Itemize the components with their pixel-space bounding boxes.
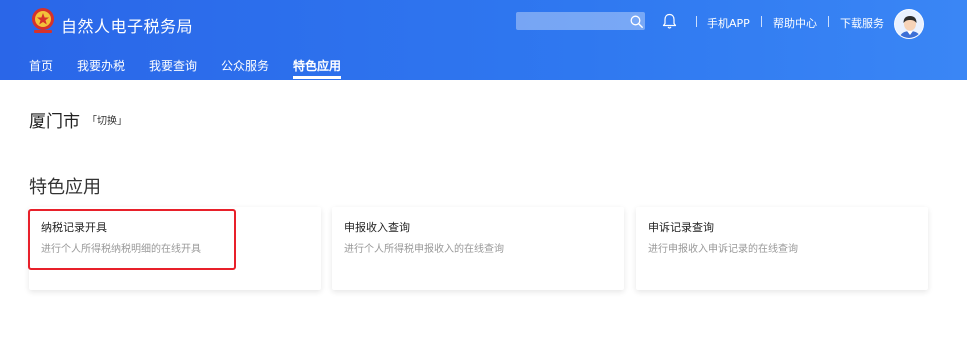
download-service-link[interactable]: 下载服务 <box>840 15 884 31</box>
top-header: 自然人电子税务局 手机APP 帮助中心 下载服务 首页 我要办税 我要查询 公众… <box>0 0 967 80</box>
current-city: 厦门市 <box>29 112 80 132</box>
search-icon[interactable] <box>630 15 643 28</box>
card-title: 纳税记录开具 <box>41 221 107 234</box>
tax-emblem-icon[interactable] <box>29 7 57 35</box>
nav-featured-apps[interactable]: 特色应用 <box>293 57 341 74</box>
search-input[interactable] <box>516 12 626 30</box>
switch-city-link[interactable]: 「切换」 <box>87 112 127 127</box>
app-title: 自然人电子税务局 <box>61 17 194 36</box>
user-avatar[interactable] <box>894 9 924 39</box>
card-title: 申报收入查询 <box>344 221 410 234</box>
card-description: 进行个人所得税纳税明细的在线开具 <box>41 244 201 255</box>
mobile-app-link[interactable]: 手机APP <box>707 15 750 31</box>
person-icon <box>895 10 923 38</box>
card-appeal-record-query[interactable]: 申诉记录查询 进行申报收入申诉记录的在线查询 <box>636 207 928 290</box>
search-field[interactable] <box>516 12 645 30</box>
help-center-link[interactable]: 帮助中心 <box>773 15 817 31</box>
card-tax-record-issue[interactable]: 纳税记录开具 进行个人所得税纳税明细的在线开具 <box>29 207 321 290</box>
nav-public-service[interactable]: 公众服务 <box>221 57 269 74</box>
card-title: 申诉记录查询 <box>648 221 714 234</box>
section-title: 特色应用 <box>29 177 101 198</box>
nav-home[interactable]: 首页 <box>29 57 53 74</box>
card-income-query[interactable]: 申报收入查询 进行个人所得税申报收入的在线查询 <box>332 207 624 290</box>
divider <box>761 16 762 27</box>
card-description: 进行申报收入申诉记录的在线查询 <box>648 244 798 255</box>
card-description: 进行个人所得税申报收入的在线查询 <box>344 244 504 255</box>
divider <box>828 16 829 27</box>
bell-icon[interactable] <box>662 13 677 30</box>
nav-query[interactable]: 我要查询 <box>149 57 197 74</box>
nav-tax-handling[interactable]: 我要办税 <box>77 57 125 74</box>
active-tab-indicator <box>293 76 341 79</box>
divider <box>696 16 697 27</box>
